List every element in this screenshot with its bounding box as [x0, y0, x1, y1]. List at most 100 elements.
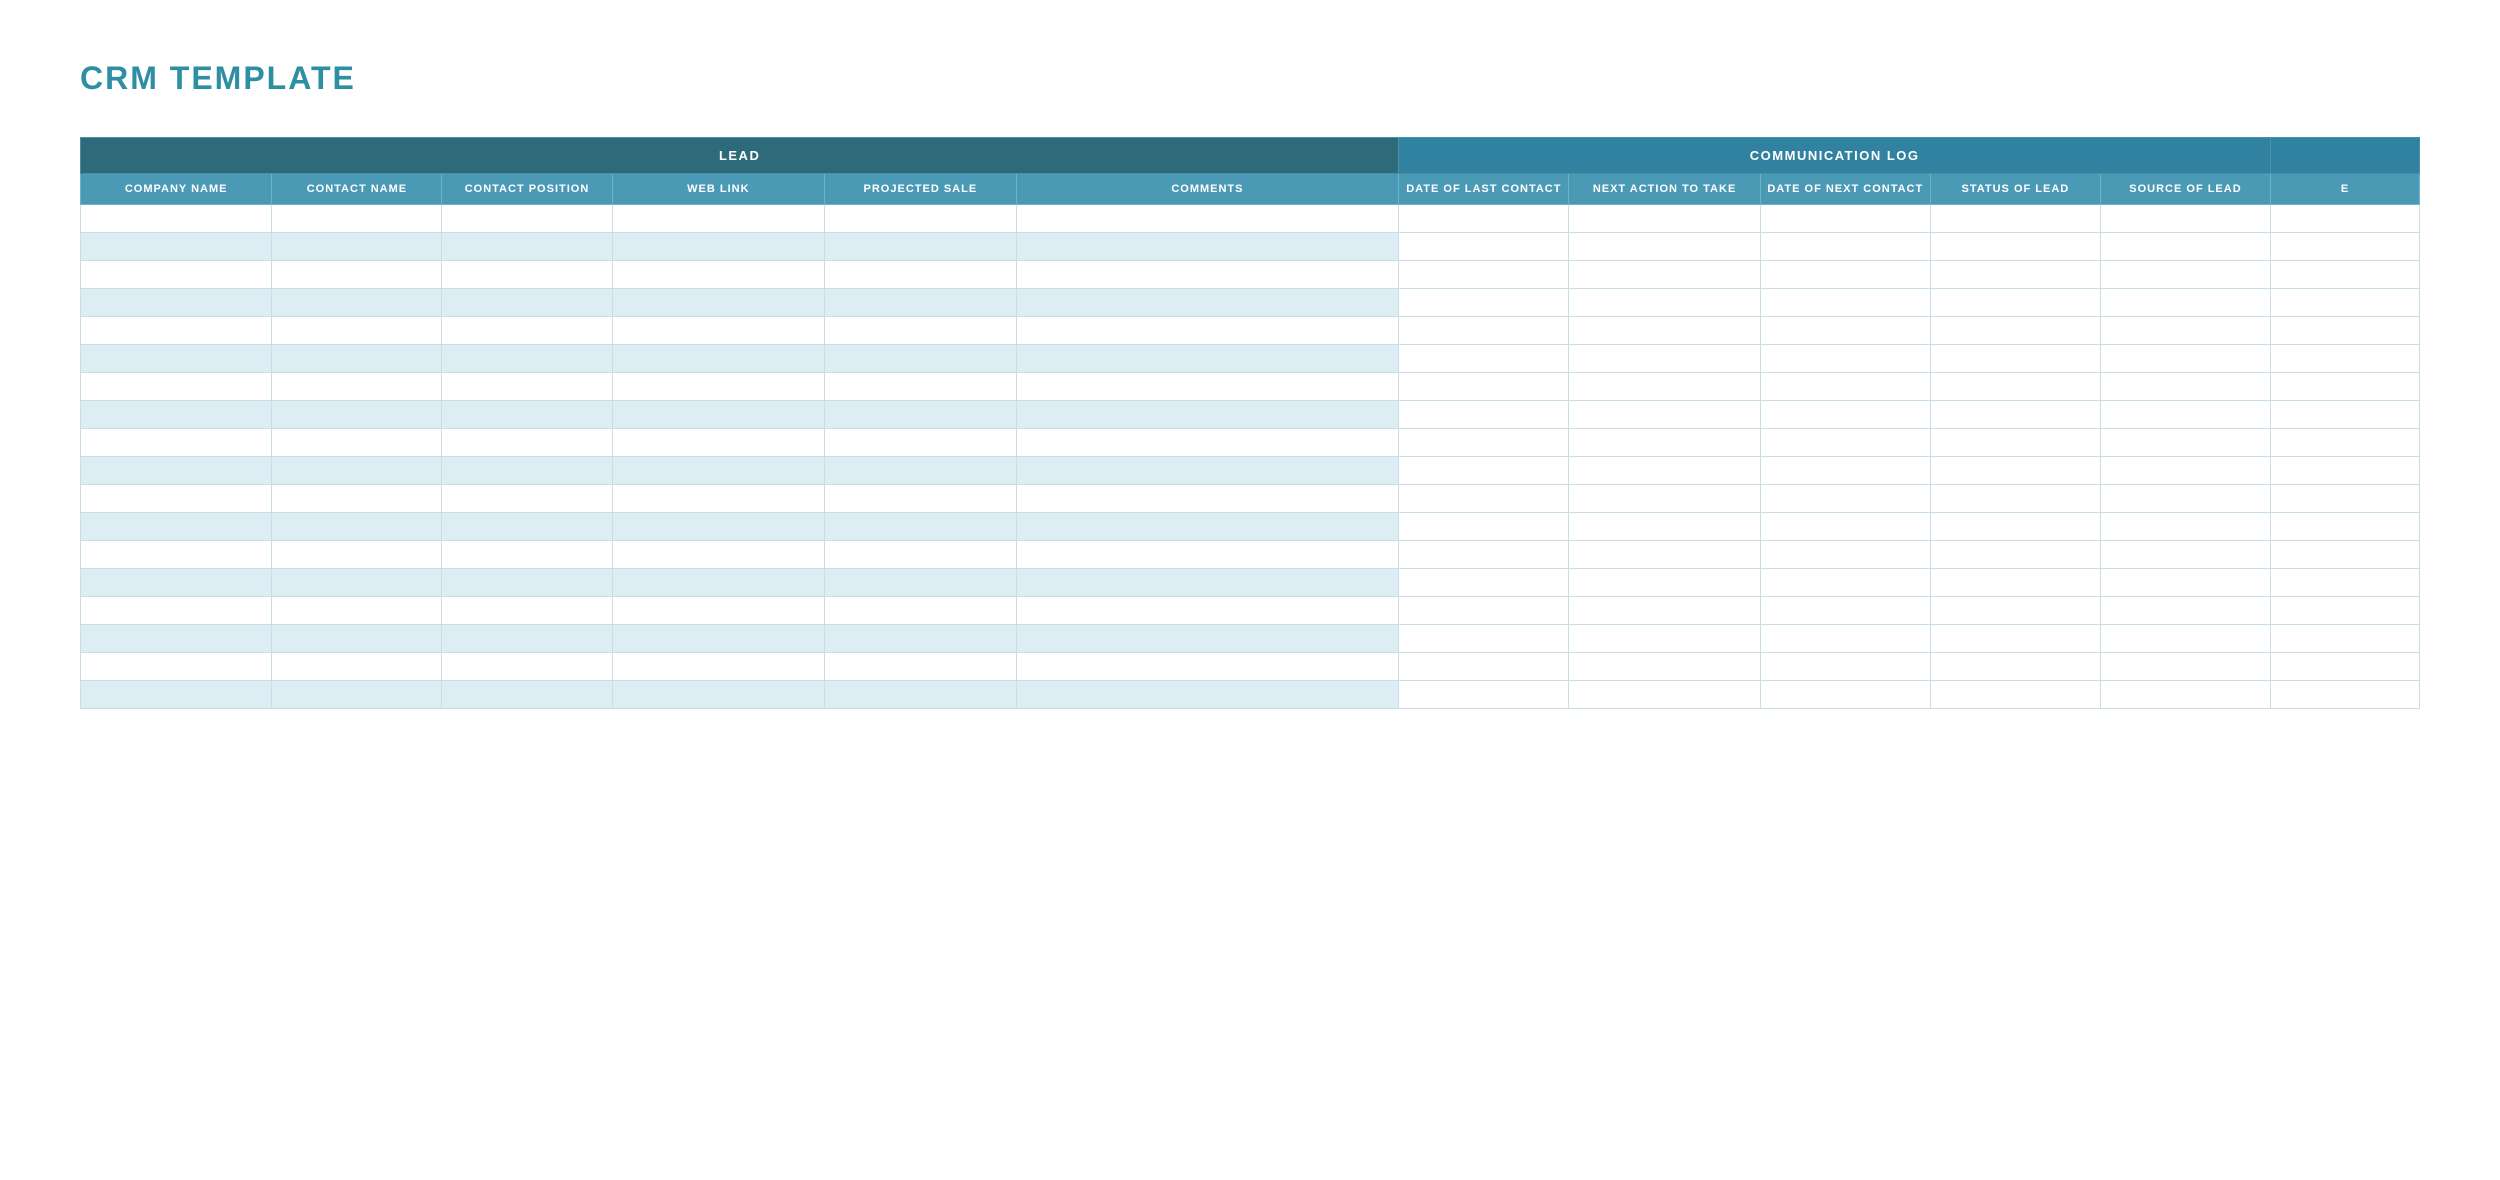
- table-cell[interactable]: [442, 625, 612, 653]
- table-cell[interactable]: [442, 457, 612, 485]
- table-cell[interactable]: [612, 233, 825, 261]
- table-cell[interactable]: [442, 345, 612, 373]
- table-cell[interactable]: [1569, 373, 1760, 401]
- table-cell[interactable]: [2100, 261, 2270, 289]
- table-cell[interactable]: [1399, 485, 1569, 513]
- table-cell[interactable]: [81, 569, 272, 597]
- table-cell[interactable]: [1016, 485, 1399, 513]
- table-cell[interactable]: [1760, 205, 1930, 233]
- table-cell[interactable]: [2271, 457, 2420, 485]
- table-cell[interactable]: [1399, 597, 1569, 625]
- table-cell[interactable]: [612, 289, 825, 317]
- table-cell[interactable]: [1760, 457, 1930, 485]
- table-cell[interactable]: [825, 541, 1016, 569]
- table-cell[interactable]: [1930, 205, 2100, 233]
- table-cell[interactable]: [2271, 513, 2420, 541]
- table-cell[interactable]: [442, 429, 612, 457]
- table-cell[interactable]: [1016, 261, 1399, 289]
- table-cell[interactable]: [1016, 653, 1399, 681]
- table-cell[interactable]: [1930, 653, 2100, 681]
- table-cell[interactable]: [1399, 317, 1569, 345]
- table-cell[interactable]: [825, 429, 1016, 457]
- table-cell[interactable]: [1016, 289, 1399, 317]
- table-cell[interactable]: [1760, 261, 1930, 289]
- table-cell[interactable]: [2100, 541, 2270, 569]
- table-cell[interactable]: [1016, 625, 1399, 653]
- table-cell[interactable]: [825, 401, 1016, 429]
- table-cell[interactable]: [442, 317, 612, 345]
- table-cell[interactable]: [2271, 541, 2420, 569]
- table-cell[interactable]: [1399, 625, 1569, 653]
- table-cell[interactable]: [612, 597, 825, 625]
- table-cell[interactable]: [2100, 289, 2270, 317]
- table-cell[interactable]: [2271, 569, 2420, 597]
- table-cell[interactable]: [272, 205, 442, 233]
- table-cell[interactable]: [2271, 597, 2420, 625]
- table-cell[interactable]: [1569, 569, 1760, 597]
- table-cell[interactable]: [272, 429, 442, 457]
- table-cell[interactable]: [2100, 401, 2270, 429]
- table-cell[interactable]: [2271, 653, 2420, 681]
- table-cell[interactable]: [442, 261, 612, 289]
- table-cell[interactable]: [2100, 457, 2270, 485]
- table-cell[interactable]: [81, 317, 272, 345]
- table-cell[interactable]: [81, 345, 272, 373]
- table-cell[interactable]: [612, 429, 825, 457]
- table-cell[interactable]: [2100, 317, 2270, 345]
- table-cell[interactable]: [1760, 401, 1930, 429]
- table-cell[interactable]: [1930, 233, 2100, 261]
- table-cell[interactable]: [1930, 513, 2100, 541]
- table-cell[interactable]: [1760, 373, 1930, 401]
- table-cell[interactable]: [1399, 373, 1569, 401]
- table-cell[interactable]: [1930, 625, 2100, 653]
- table-cell[interactable]: [1569, 345, 1760, 373]
- table-cell[interactable]: [272, 401, 442, 429]
- table-cell[interactable]: [81, 597, 272, 625]
- table-cell[interactable]: [81, 401, 272, 429]
- table-cell[interactable]: [825, 681, 1016, 709]
- table-cell[interactable]: [2100, 345, 2270, 373]
- table-cell[interactable]: [2100, 597, 2270, 625]
- table-cell[interactable]: [825, 625, 1016, 653]
- table-cell[interactable]: [272, 485, 442, 513]
- table-cell[interactable]: [1399, 345, 1569, 373]
- table-cell[interactable]: [442, 653, 612, 681]
- table-cell[interactable]: [1930, 289, 2100, 317]
- table-cell[interactable]: [1930, 373, 2100, 401]
- table-cell[interactable]: [1930, 401, 2100, 429]
- table-cell[interactable]: [612, 681, 825, 709]
- table-cell[interactable]: [1930, 569, 2100, 597]
- table-cell[interactable]: [1930, 681, 2100, 709]
- table-cell[interactable]: [272, 681, 442, 709]
- table-cell[interactable]: [1569, 625, 1760, 653]
- table-cell[interactable]: [2100, 653, 2270, 681]
- table-cell[interactable]: [2100, 485, 2270, 513]
- table-cell[interactable]: [2271, 485, 2420, 513]
- table-cell[interactable]: [2271, 205, 2420, 233]
- table-cell[interactable]: [2271, 681, 2420, 709]
- table-cell[interactable]: [1399, 401, 1569, 429]
- table-cell[interactable]: [81, 289, 272, 317]
- table-cell[interactable]: [81, 457, 272, 485]
- table-cell[interactable]: [1569, 289, 1760, 317]
- table-cell[interactable]: [2100, 373, 2270, 401]
- table-cell[interactable]: [1016, 597, 1399, 625]
- table-cell[interactable]: [1569, 261, 1760, 289]
- table-cell[interactable]: [1399, 541, 1569, 569]
- table-cell[interactable]: [825, 597, 1016, 625]
- table-cell[interactable]: [81, 541, 272, 569]
- table-cell[interactable]: [825, 513, 1016, 541]
- table-cell[interactable]: [442, 205, 612, 233]
- table-cell[interactable]: [1569, 401, 1760, 429]
- table-cell[interactable]: [1930, 485, 2100, 513]
- table-cell[interactable]: [1016, 345, 1399, 373]
- table-cell[interactable]: [1399, 569, 1569, 597]
- table-cell[interactable]: [1930, 597, 2100, 625]
- table-cell[interactable]: [81, 681, 272, 709]
- table-cell[interactable]: [1930, 429, 2100, 457]
- table-cell[interactable]: [1760, 317, 1930, 345]
- table-cell[interactable]: [2100, 205, 2270, 233]
- table-cell[interactable]: [612, 653, 825, 681]
- table-cell[interactable]: [1399, 457, 1569, 485]
- table-cell[interactable]: [272, 653, 442, 681]
